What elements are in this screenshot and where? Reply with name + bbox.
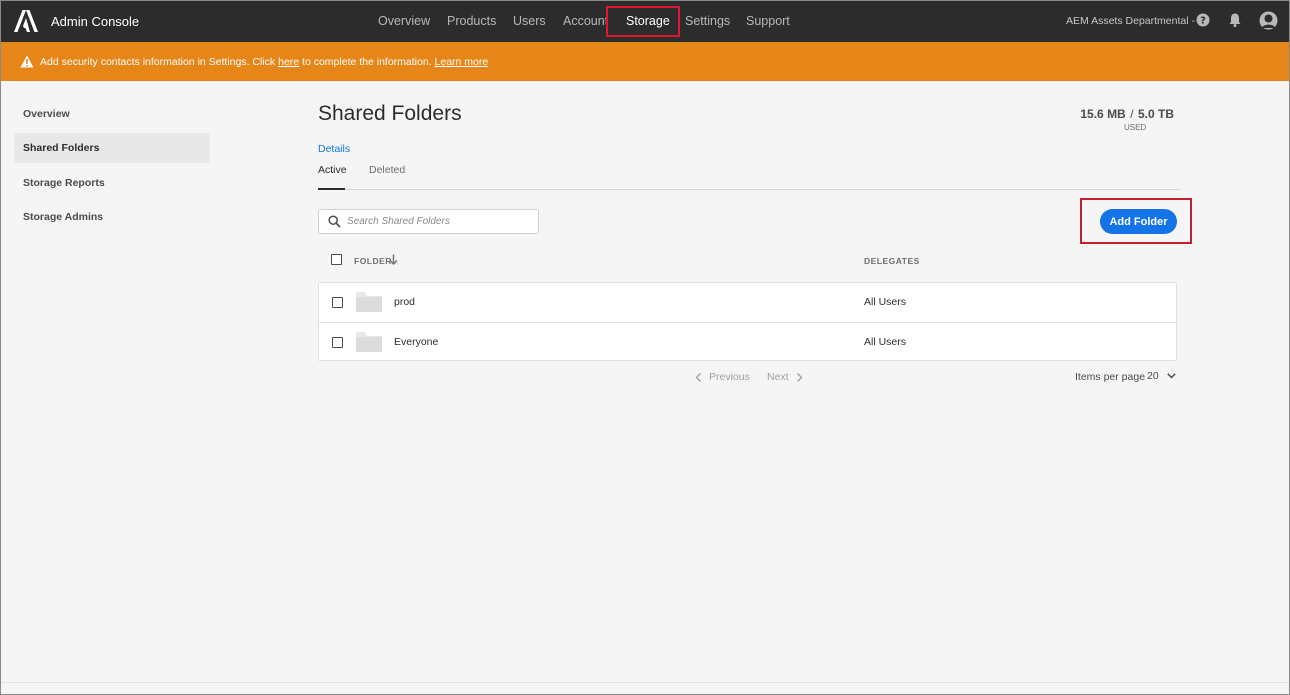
- folder-icon: [356, 292, 382, 312]
- brand[interactable]: Admin Console: [14, 10, 139, 32]
- page-title: Shared Folders: [318, 102, 462, 125]
- nav-account[interactable]: Account: [563, 14, 608, 28]
- items-per-page-value: 20: [1147, 370, 1159, 382]
- table-row[interactable]: prod All Users: [319, 283, 1176, 322]
- org-switcher[interactable]: AEM Assets Departmental -: [1066, 15, 1195, 27]
- table-row[interactable]: Everyone All Users: [319, 322, 1176, 361]
- bell-icon[interactable]: [1229, 13, 1241, 27]
- nav-products[interactable]: Products: [447, 14, 496, 28]
- select-all-checkbox[interactable]: [331, 254, 342, 265]
- nav-overview[interactable]: Overview: [378, 14, 430, 28]
- sidebar-item-overview[interactable]: Overview: [14, 99, 210, 129]
- storage-highlight-box: [606, 6, 680, 37]
- adobe-logo-icon: [14, 10, 38, 32]
- folder-delegates: All Users: [864, 296, 907, 308]
- search-input[interactable]: [347, 216, 527, 227]
- column-header-delegates: DELEGATES: [864, 256, 920, 266]
- storage-usage: 15.6 MB / 5.0 TB: [1080, 105, 1174, 123]
- folders-table: prod All Users Everyone All Users: [318, 282, 1177, 361]
- footer-divider: [1, 682, 1289, 683]
- avatar-icon[interactable]: [1259, 11, 1278, 30]
- folder-icon: [356, 332, 382, 352]
- nav-settings[interactable]: Settings: [685, 14, 730, 28]
- usage-used: 15.6 MB: [1080, 107, 1126, 121]
- tab-active[interactable]: Active: [318, 164, 347, 176]
- warning-icon: [20, 55, 34, 68]
- search-icon: [328, 215, 341, 228]
- usage-separator: /: [1130, 107, 1134, 121]
- banner-here-link[interactable]: here: [278, 56, 299, 68]
- chevron-down-icon: [1166, 373, 1176, 379]
- column-header-folder[interactable]: FOLDER: [354, 256, 392, 266]
- tab-deleted[interactable]: Deleted: [369, 164, 405, 176]
- top-bar: Admin Console Overview Products Users Ac…: [1, 1, 1289, 42]
- row-checkbox[interactable]: [332, 297, 343, 308]
- items-per-page-label: Items per page: [1075, 371, 1146, 383]
- banner-text-suffix: to complete the information.: [299, 55, 435, 68]
- brand-title: Admin Console: [51, 13, 140, 29]
- sidebar-item-shared-folders[interactable]: Shared Folders: [14, 133, 210, 163]
- chevron-right-icon: [796, 372, 803, 382]
- security-banner: Add security contacts information in Set…: [1, 42, 1289, 81]
- items-per-page-select[interactable]: 20: [1147, 370, 1176, 382]
- folder-name[interactable]: Everyone: [394, 336, 438, 348]
- previous-label: Previous: [709, 371, 750, 383]
- row-checkbox[interactable]: [332, 337, 343, 348]
- next-label: Next: [767, 371, 789, 383]
- help-icon[interactable]: ?: [1196, 13, 1210, 27]
- svg-text:?: ?: [1200, 16, 1206, 27]
- details-link[interactable]: Details: [318, 143, 350, 155]
- previous-page-button[interactable]: Previous: [695, 371, 750, 383]
- add-folder-button[interactable]: Add Folder: [1100, 209, 1177, 234]
- chevron-left-icon: [695, 372, 701, 382]
- folder-name[interactable]: prod: [394, 296, 415, 308]
- banner-learn-more-link[interactable]: Learn more: [435, 56, 489, 68]
- tab-divider: [318, 189, 1180, 190]
- banner-text-prefix: Add security contacts information in Set…: [40, 55, 279, 68]
- sidebar-item-storage-admins[interactable]: Storage Admins: [14, 202, 210, 232]
- usage-label: USED: [1124, 123, 1147, 132]
- active-tab-indicator: [318, 188, 345, 190]
- sort-descending-icon[interactable]: [389, 254, 398, 265]
- search-box[interactable]: [318, 209, 539, 234]
- sidebar-item-storage-reports[interactable]: Storage Reports: [14, 168, 210, 198]
- nav-users[interactable]: Users: [513, 14, 546, 28]
- folder-delegates: All Users: [864, 336, 907, 348]
- next-page-button[interactable]: Next: [767, 371, 803, 383]
- nav-support[interactable]: Support: [746, 14, 790, 28]
- usage-total: 5.0 TB: [1137, 107, 1174, 121]
